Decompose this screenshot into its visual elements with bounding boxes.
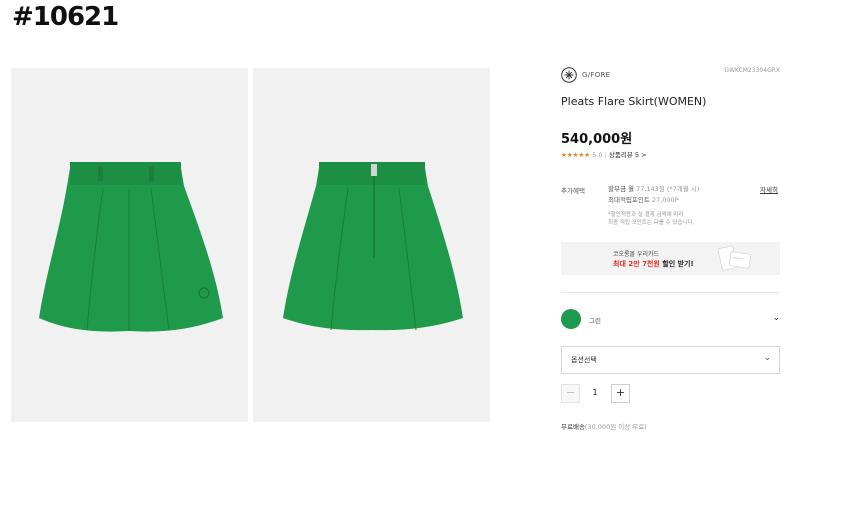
section-divider (561, 292, 780, 293)
points-label: 최대적립포인트 (608, 196, 650, 204)
quantity-decrease-button[interactable]: − (561, 384, 580, 403)
color-option-row[interactable]: 그린 ⌄ (561, 309, 780, 330)
chevron-down-icon: ⌄ (763, 353, 771, 363)
benefit-lines: 할부금 월 77,143원 (*7개월 시) 최대적립포인트 27,000P (608, 184, 699, 206)
points-amount: 27,000P (651, 196, 679, 204)
shipping-label: 무료배송 (561, 423, 585, 431)
benefit-note: *할인적용과 실 결제 금액에 따라 최종 적립 포인트는 다를 수 있습니다. (608, 211, 694, 227)
benefit-note-line1: *할인적용과 실 결제 금액에 따라 (608, 212, 684, 218)
brand-name[interactable]: G/FORE (582, 71, 610, 79)
card-banner-cta: 할인 받기! (659, 260, 694, 268)
benefit-detail-link[interactable]: 자세히 (760, 184, 778, 194)
rating-score: 5.0 (592, 151, 603, 159)
product-image-front[interactable] (11, 68, 248, 422)
review-link[interactable]: 상품리뷰 5 > (609, 151, 647, 159)
color-label: 그린 (589, 317, 601, 325)
product-price: 540,000원 (561, 132, 633, 147)
product-sku: GWKCM23304GRX (724, 67, 780, 74)
installment-amount: 77,143원 (*7개월 시) (636, 185, 700, 193)
credit-card-icon (717, 245, 751, 271)
chevron-down-icon[interactable]: ⌄ (772, 313, 780, 323)
card-banner-line1: 코오롱몰 우리카드 (613, 251, 660, 258)
quantity-increase-button[interactable]: + (611, 384, 630, 403)
product-title: Pleats Flare Skirt(WOMEN) (561, 95, 707, 108)
card-banner-discount: 최대 2만 7천원 (613, 260, 660, 268)
option-select-dropdown[interactable]: 옵션선택 ⌄ (561, 346, 780, 374)
shipping-condition: (30,000원 이상 무료) (584, 423, 647, 431)
shipping-info: 무료배송(30,000원 이상 무료) (561, 421, 647, 431)
quantity-value[interactable]: 1 (586, 388, 604, 397)
option-select-label: 옵션선택 (571, 356, 597, 364)
card-promo-banner[interactable]: 코오롱몰 우리카드 최대 2만 7천원 할인 받기! (561, 242, 780, 275)
skirt-front-illustration (39, 162, 223, 332)
rating-row: ★★★★★ 5.0 | 상품리뷰 5 > (561, 151, 647, 159)
benefit-label: 추가혜택 (561, 187, 585, 195)
gfore-logo-icon[interactable] (561, 67, 577, 83)
benefit-note-line2: 최종 적립 포인트는 다를 수 있습니다. (608, 220, 695, 226)
page-id-label: #10621 (12, 2, 119, 32)
product-image-back[interactable] (253, 68, 490, 422)
rating-stars-icon: ★★★★★ (561, 151, 591, 159)
card-banner-line2: 최대 2만 7천원 할인 받기! (613, 259, 694, 269)
installment-label: 할부금 월 (608, 185, 634, 193)
color-swatch-green[interactable] (561, 309, 581, 329)
skirt-back-illustration (283, 162, 463, 331)
brand-row: G/FORE GWKCM23304GRX (561, 67, 780, 85)
